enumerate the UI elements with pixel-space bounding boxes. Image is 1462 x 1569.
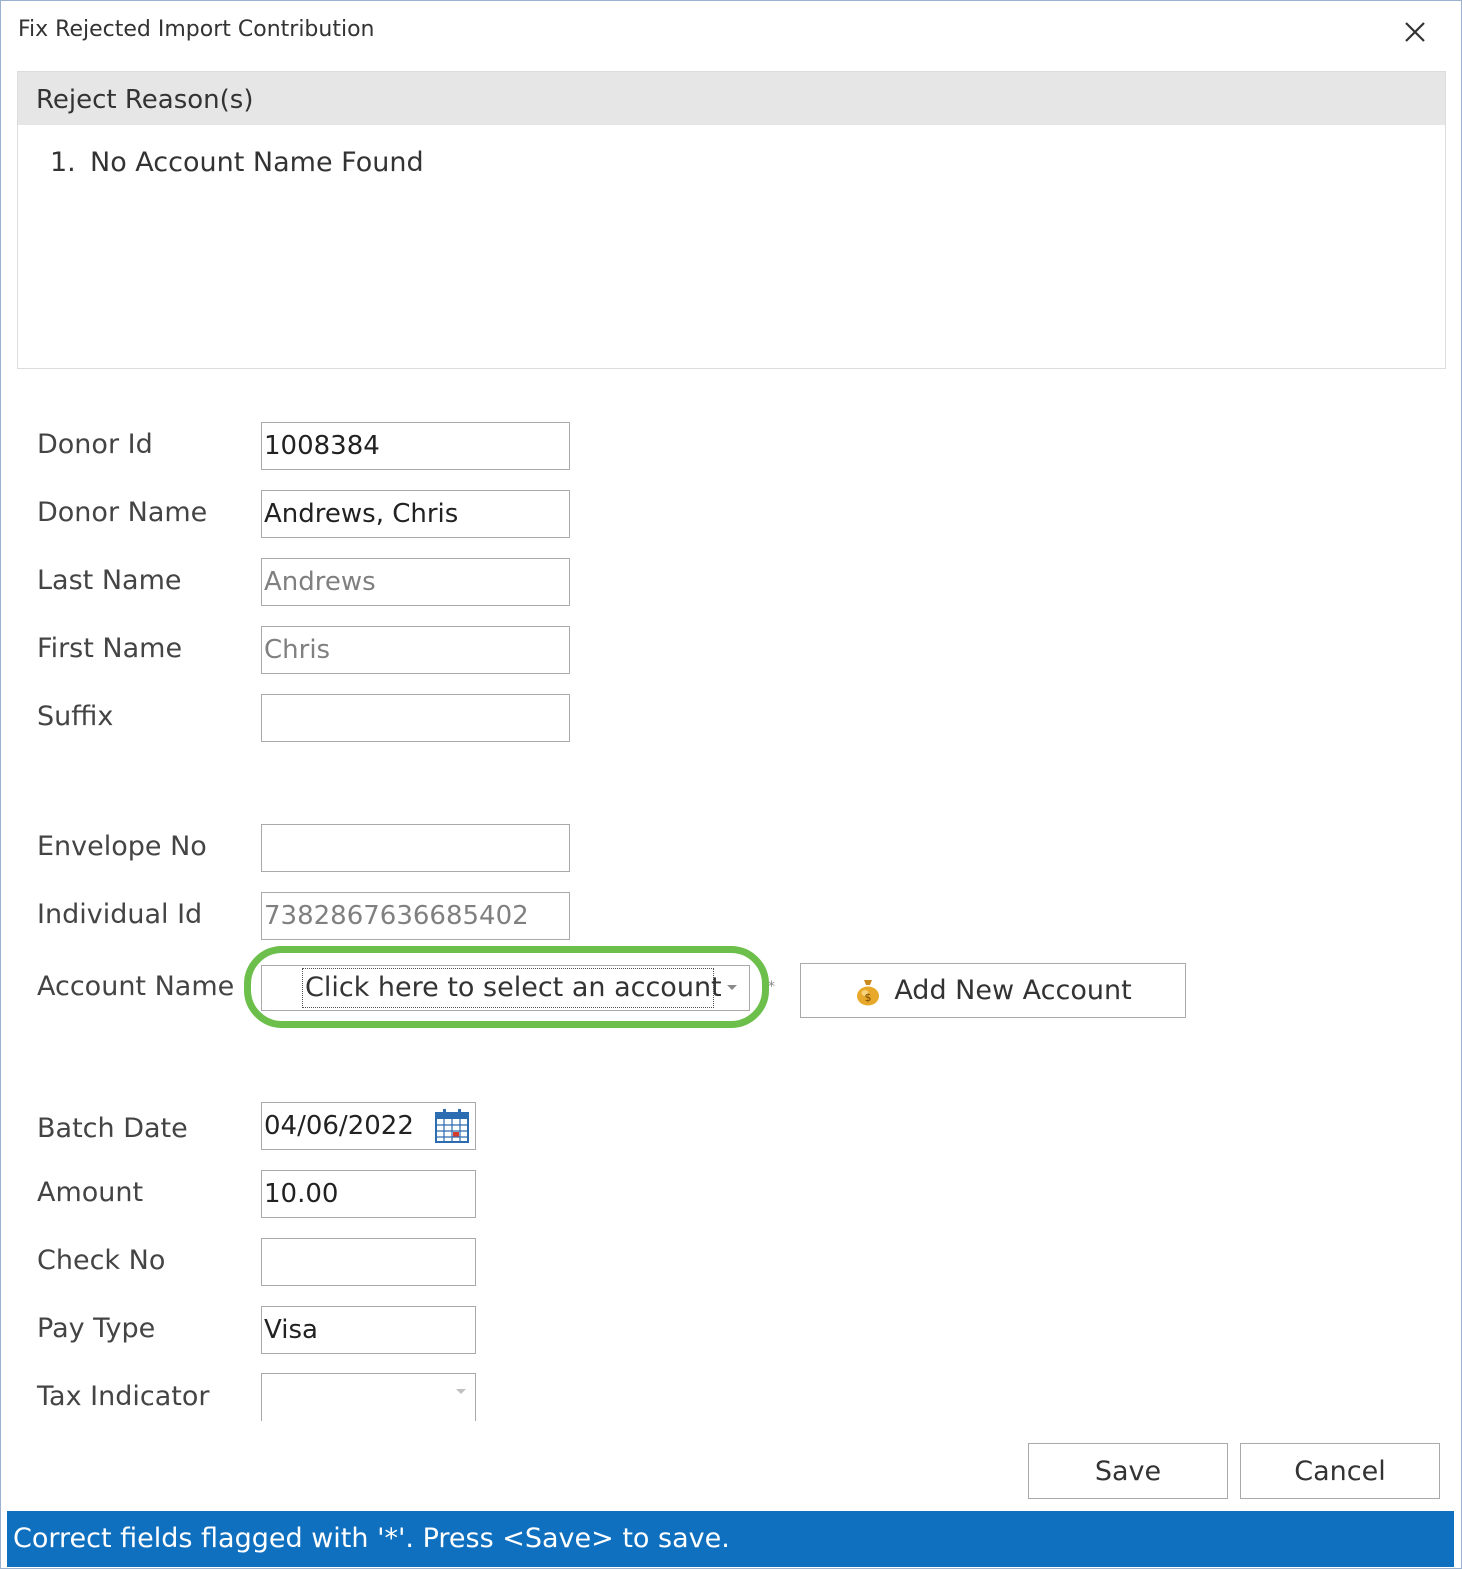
- batch-date-value: 04/06/2022: [264, 1111, 414, 1141]
- status-bar: Correct fields flagged with '*'. Press <…: [7, 1511, 1454, 1567]
- donor-name-input[interactable]: Andrews, Chris: [261, 490, 570, 538]
- amount-input[interactable]: 10.00: [261, 1170, 476, 1218]
- batch-date-label: Batch Date: [37, 1113, 188, 1144]
- svg-text:$: $: [865, 991, 872, 1004]
- money-bag-icon: $: [854, 976, 882, 1006]
- dialog-title: Fix Rejected Import Contribution: [18, 17, 375, 42]
- required-flag: *: [768, 979, 775, 995]
- close-icon: [1405, 22, 1425, 42]
- reject-reasons-header: Reject Reason(s): [18, 72, 1445, 125]
- close-button[interactable]: [1393, 11, 1437, 53]
- first-name-label: First Name: [37, 633, 183, 664]
- add-new-account-button[interactable]: $ Add New Account: [800, 963, 1186, 1018]
- last-name-label: Last Name: [37, 565, 182, 596]
- dialog-window: Fix Rejected Import Contribution Reject …: [0, 0, 1462, 1569]
- batch-date-input[interactable]: 04/06/2022: [261, 1102, 476, 1150]
- account-dropdown-button[interactable]: [715, 966, 749, 1010]
- suffix-label: Suffix: [37, 701, 114, 732]
- add-new-account-label: Add New Account: [894, 975, 1132, 1006]
- check-no-input[interactable]: [261, 1238, 476, 1286]
- first-name-input[interactable]: Chris: [261, 626, 570, 674]
- envelope-no-input[interactable]: [261, 824, 570, 872]
- reason-text: No Account Name Found: [90, 147, 424, 178]
- last-name-input[interactable]: Andrews: [261, 558, 570, 606]
- reject-reasons-list: 1. No Account Name Found: [18, 125, 1445, 178]
- list-item: 1. No Account Name Found: [50, 147, 1445, 178]
- account-name-label: Account Name: [37, 971, 235, 1002]
- pay-type-input[interactable]: Visa: [261, 1306, 476, 1354]
- reason-number: 1.: [50, 147, 76, 178]
- account-name-placeholder: Click here to select an account: [302, 968, 722, 1008]
- envelope-no-label: Envelope No: [37, 831, 207, 862]
- donor-id-input[interactable]: 1008384: [261, 422, 570, 470]
- reject-reasons-panel: Reject Reason(s) 1. No Account Name Found: [17, 71, 1446, 369]
- chevron-down-icon: [727, 985, 737, 990]
- check-no-label: Check No: [37, 1245, 166, 1276]
- calendar-icon[interactable]: [435, 1109, 469, 1149]
- individual-id-input[interactable]: 7382867636685402: [261, 892, 570, 940]
- tax-indicator-label: Tax Indicator: [37, 1381, 210, 1412]
- amount-label: Amount: [37, 1177, 144, 1208]
- cancel-button[interactable]: Cancel: [1240, 1443, 1440, 1499]
- suffix-input[interactable]: [261, 694, 570, 742]
- save-button[interactable]: Save: [1028, 1443, 1228, 1499]
- account-name-select[interactable]: Click here to select an account: [261, 965, 750, 1011]
- chevron-down-icon: [456, 1389, 466, 1394]
- pay-type-label: Pay Type: [37, 1313, 156, 1344]
- tax-indicator-select[interactable]: [261, 1373, 476, 1421]
- donor-id-label: Donor Id: [37, 429, 153, 460]
- title-bar: Fix Rejected Import Contribution: [1, 1, 1461, 63]
- individual-id-label: Individual Id: [37, 899, 203, 930]
- donor-name-label: Donor Name: [37, 497, 208, 528]
